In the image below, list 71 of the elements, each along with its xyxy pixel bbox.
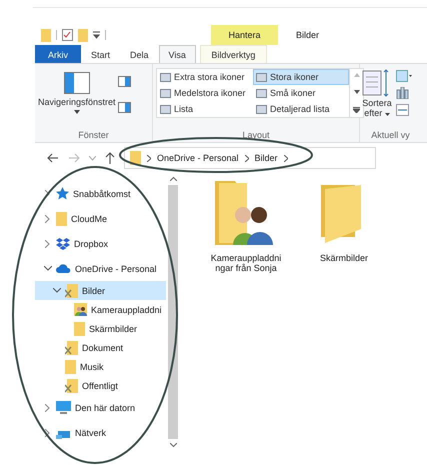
view-icon — [160, 88, 171, 98]
layout-option[interactable]: Lista — [157, 101, 253, 117]
view-icon — [256, 104, 267, 114]
tree-item[interactable]: Snabbåtkomst — [35, 181, 166, 206]
group-label: Layout — [241, 130, 271, 140]
chevron-icon[interactable] — [284, 154, 288, 162]
pane-icon — [64, 72, 90, 94]
caret-icon — [74, 110, 80, 114]
tree-item[interactable]: Offentligt — [35, 376, 166, 395]
tree-item[interactable]: Kamerauppladdni — [35, 300, 166, 319]
folder-item[interactable]: Kamerauppladdningar från Sonja — [208, 179, 284, 273]
caret-icon — [384, 113, 390, 116]
shared-folder-icon — [65, 378, 78, 392]
tree-item[interactable]: Dropbox — [35, 231, 166, 256]
ribbon-tab[interactable]: Start — [81, 45, 120, 63]
details-pane-icon[interactable] — [118, 102, 131, 113]
tree-item[interactable]: Nätverk — [35, 420, 166, 445]
navigation-pane-button[interactable]: Navigeringsfönstret — [38, 68, 116, 118]
view-icon — [160, 104, 171, 114]
layout-option[interactable]: Detaljerad lista — [253, 101, 349, 117]
folder-item[interactable]: Skärmbilder — [306, 179, 382, 263]
window-title: Bilder — [295, 29, 320, 42]
scroll-up-icon[interactable] — [170, 177, 176, 181]
chevron-icon[interactable] — [147, 154, 151, 162]
breadcrumb[interactable]: OneDrive - Personal — [157, 153, 239, 163]
address-bar[interactable]: OneDrive - Personal Bilder — [124, 147, 376, 169]
up-icon[interactable] — [105, 152, 115, 164]
context-tab-header: Hantera — [211, 25, 278, 45]
tree-item[interactable]: Den här datorn — [35, 395, 166, 420]
expanded-chevron-icon[interactable] — [44, 266, 52, 271]
tree-item[interactable]: Bilder — [35, 281, 166, 300]
sort-button[interactable]: Sortera efter — [362, 68, 392, 119]
layout-option[interactable]: Små ikoner — [253, 85, 349, 101]
chevron-icon[interactable] — [244, 154, 249, 162]
group-label: Aktuell vy — [370, 130, 411, 140]
collapsed-chevron-icon[interactable] — [45, 190, 50, 198]
people-folder-icon — [74, 303, 87, 316]
scroll-down-icon[interactable] — [354, 90, 360, 94]
expanded-chevron-icon[interactable] — [52, 288, 60, 293]
breadcrumb[interactable]: Bilder — [254, 153, 278, 163]
star-icon — [56, 187, 69, 200]
view-icon — [256, 88, 267, 98]
shared-folder-icon — [65, 284, 78, 298]
shared-folder-icon — [65, 340, 78, 354]
tree-item[interactable]: Dokument — [35, 338, 166, 357]
back-icon[interactable] — [47, 153, 59, 163]
scroll-down-icon[interactable] — [170, 443, 176, 447]
folder-icon — [65, 360, 76, 374]
dropdown-icon[interactable] — [93, 31, 100, 39]
layout-option[interactable]: Stora ikoner — [253, 69, 349, 85]
more-icon[interactable] — [353, 107, 360, 113]
folder-icon — [74, 322, 85, 336]
group-label: Fönster — [77, 130, 110, 140]
tree-item[interactable]: Musik — [35, 357, 166, 376]
ribbon-tab[interactable]: Arkiv — [35, 45, 81, 63]
tree-item[interactable]: OneDrive - Personal — [35, 256, 166, 281]
view-icon — [160, 72, 171, 82]
dropbox-icon — [56, 238, 70, 250]
ribbon-tab[interactable]: Dela — [120, 45, 159, 63]
tree-item[interactable]: Skärmbilder — [35, 319, 166, 338]
preview-pane-icon[interactable] — [118, 76, 131, 87]
ribbon-tab[interactable]: Bildverktyg — [200, 45, 267, 63]
collapsed-chevron-icon[interactable] — [45, 428, 50, 436]
tree-item[interactable]: CloudMe — [35, 206, 166, 231]
view-icon — [256, 72, 267, 82]
cloud-icon — [56, 264, 71, 273]
ribbon-tab[interactable]: Visa — [158, 45, 196, 63]
folder-icon — [56, 212, 67, 226]
layout-option[interactable]: Medelstora ikoner — [157, 85, 253, 101]
layout-option[interactable]: Extra stora ikoner — [157, 69, 253, 85]
computer-icon — [56, 401, 71, 414]
